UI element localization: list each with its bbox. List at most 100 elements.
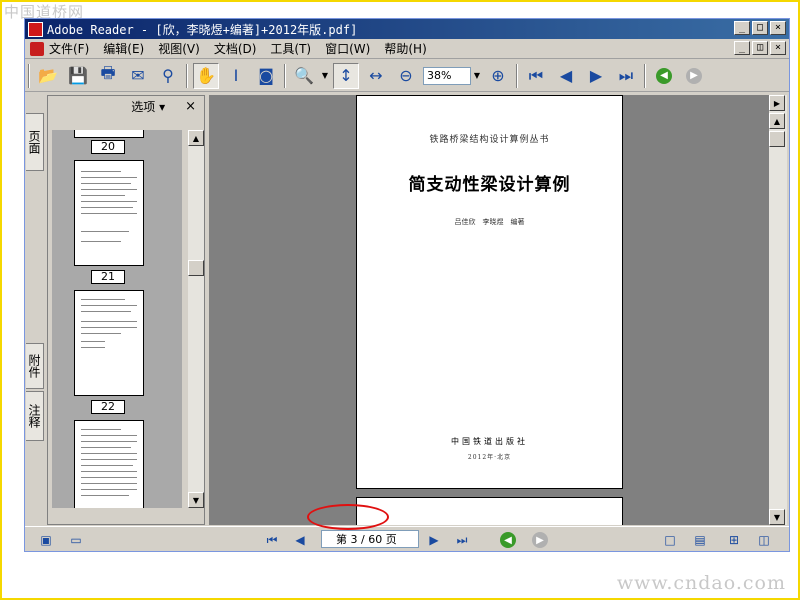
status-forward-button[interactable]: ▶	[531, 531, 549, 549]
back-arrow-icon: ◀	[656, 67, 672, 84]
watermark-bottom: www.cndao.com	[616, 572, 786, 594]
page-thumbnail[interactable]	[74, 420, 144, 508]
close-button[interactable]: ×	[770, 21, 786, 35]
tab-comments[interactable]: 注释	[26, 391, 44, 441]
facing-view-icon[interactable]: ⊞	[725, 531, 743, 549]
thumbnail-panel: 选项 ▾ × 20 21 22 ▲ ▼	[47, 95, 205, 525]
page-thumbnail[interactable]	[74, 290, 144, 396]
toolbar-separator	[186, 63, 188, 88]
book-year-place: 2012年·北京	[467, 454, 512, 461]
print-icon[interactable]: 🖶	[95, 63, 121, 89]
doc-close-button[interactable]: ×	[770, 41, 786, 55]
scroll-down-icon[interactable]: ▼	[188, 492, 204, 508]
book-title: 简支动性梁设计算例	[408, 175, 571, 195]
menu-window[interactable]: 窗口(W)	[325, 40, 370, 57]
back-arrow-icon: ◀	[500, 532, 516, 548]
continuous-view-icon[interactable]: ▤	[691, 531, 709, 549]
zoom-input[interactable]: 38%	[423, 66, 471, 85]
menu-document[interactable]: 文档(D)	[214, 40, 257, 57]
fit-width-icon[interactable]: ↔	[363, 63, 389, 89]
search-icon[interactable]: ⚲	[155, 63, 181, 89]
fit-page-icon[interactable]: ↕	[333, 62, 359, 89]
thumbnail-page-number: 21	[91, 270, 125, 284]
previous-page-icon[interactable]: ◀	[553, 63, 579, 89]
zoom-in-tool-icon[interactable]: 🔍	[291, 63, 317, 89]
doc-minimize-button[interactable]: _	[734, 41, 750, 55]
forward-arrow-icon: ▶	[532, 532, 548, 548]
app-icon	[28, 21, 43, 37]
thumbnail-page-number: 22	[91, 400, 125, 414]
zoom-dropdown-icon[interactable]: ▼	[471, 67, 483, 85]
page-layout-icon[interactable]: ▭	[67, 531, 85, 549]
status-previous-page-icon[interactable]: ◀	[291, 531, 309, 549]
hand-tool-icon[interactable]: ✋	[193, 62, 219, 89]
status-last-page-icon[interactable]: ⏭	[453, 531, 471, 549]
scroll-thumb[interactable]	[188, 260, 204, 276]
single-page-view-icon[interactable]: □	[661, 531, 679, 549]
thumbnail-scrollbar[interactable]: ▲ ▼	[188, 130, 204, 508]
page-thumbnail[interactable]	[74, 130, 144, 138]
toolbar: 📂 💾 🖶 ✉ ⚲ ✋ I ◙ 🔍 ▼ ↕ ↔ ⊖ 38% ▼ ⊕ ⏮ ◀ ▶ …	[25, 60, 789, 92]
scroll-up-icon[interactable]: ▲	[769, 113, 785, 129]
go-back-button[interactable]: ◀	[651, 63, 677, 89]
page-number-field[interactable]: 第 3 / 60 页	[321, 530, 419, 548]
thumbnail-page-number: 20	[91, 140, 125, 154]
snapshot-tool-icon[interactable]: ◙	[253, 63, 279, 89]
toolbar-separator	[644, 63, 646, 88]
scroll-down-icon[interactable]: ▼	[769, 509, 785, 525]
status-next-page-icon[interactable]: ▶	[425, 531, 443, 549]
save-icon[interactable]: 💾	[65, 63, 91, 89]
zoom-in-icon[interactable]: ⊕	[485, 63, 511, 89]
menu-help[interactable]: 帮助(H)	[384, 40, 426, 57]
highlight-annotation	[307, 504, 389, 530]
panel-toggle-icon[interactable]: ▶	[769, 95, 785, 111]
panel-layout-icon[interactable]: ▣	[37, 531, 55, 549]
menu-file[interactable]: 文件(F)	[49, 40, 89, 57]
reader-window: Adobe Reader - [欣，李晓煜+编著]+2012年版.pdf] _ …	[24, 18, 790, 552]
scroll-thumb[interactable]	[769, 131, 785, 147]
menu-tools[interactable]: 工具(T)	[270, 40, 311, 57]
document-view[interactable]: 铁路桥梁结构设计算例丛书 简支动性梁设计算例 吕佳欣 李晓煜 编著 中国铁道出版…	[209, 95, 769, 525]
book-series: 铁路桥梁结构设计算例丛书	[429, 135, 550, 145]
document-scrollbar[interactable]: ▶ ▲ ▼	[769, 95, 787, 525]
thumbnail-list: 20 21 22	[52, 130, 182, 508]
panel-close-icon[interactable]: ×	[185, 99, 196, 114]
toolbar-separator	[28, 63, 30, 88]
next-document-page	[356, 497, 623, 525]
scroll-up-icon[interactable]: ▲	[188, 130, 204, 146]
forward-arrow-icon: ▶	[686, 67, 702, 84]
toolbar-separator	[516, 63, 518, 88]
title-bar: Adobe Reader - [欣，李晓煜+编著]+2012年版.pdf] _ …	[25, 19, 789, 39]
status-first-page-icon[interactable]: ⏮	[263, 531, 281, 549]
status-bar: ▣ ▭ ⏮ ◀ 第 3 / 60 页 ▶ ⏭ ◀ ▶ □ ▤ ⊞ ◫	[25, 526, 789, 551]
status-back-button[interactable]: ◀	[499, 531, 517, 549]
zoom-out-icon[interactable]: ⊖	[393, 63, 419, 89]
menu-edit[interactable]: 编辑(E)	[103, 40, 144, 57]
page-thumbnail[interactable]	[74, 160, 144, 266]
tab-attachments[interactable]: 附件	[26, 343, 44, 389]
options-menu[interactable]: 选项 ▾	[131, 98, 165, 115]
last-page-icon[interactable]: ⏭	[613, 63, 639, 89]
select-tool-icon[interactable]: I	[223, 63, 249, 89]
navigation-tabs: 页面 附件 注释	[26, 95, 46, 525]
continuous-facing-view-icon[interactable]: ◫	[755, 531, 773, 549]
go-forward-button[interactable]: ▶	[681, 63, 707, 89]
toolbar-separator	[284, 63, 286, 88]
email-icon[interactable]: ✉	[125, 63, 151, 89]
menu-bar: 文件(F) 编辑(E) 视图(V) 文档(D) 工具(T) 窗口(W) 帮助(H…	[25, 39, 789, 59]
minimize-button[interactable]: _	[734, 21, 750, 35]
first-page-icon[interactable]: ⏮	[523, 63, 549, 89]
doc-restore-button[interactable]: ◫	[752, 41, 768, 55]
zoom-tool-dropdown-icon[interactable]: ▼	[319, 67, 331, 85]
maximize-button[interactable]: □	[752, 21, 768, 35]
book-publisher: 中国铁道出版社	[451, 437, 528, 446]
window-title: Adobe Reader - [欣，李晓煜+编著]+2012年版.pdf]	[47, 22, 358, 37]
menu-view[interactable]: 视图(V)	[158, 40, 200, 57]
next-page-icon[interactable]: ▶	[583, 63, 609, 89]
open-icon[interactable]: 📂	[35, 63, 61, 89]
book-authors: 吕佳欣 李晓煜 编著	[454, 218, 525, 226]
pdf-icon	[30, 41, 44, 56]
document-page: 铁路桥梁结构设计算例丛书 简支动性梁设计算例 吕佳欣 李晓煜 编著 中国铁道出版…	[356, 95, 623, 489]
panel-header: 选项 ▾ ×	[48, 96, 204, 116]
tab-pages[interactable]: 页面	[26, 113, 44, 171]
